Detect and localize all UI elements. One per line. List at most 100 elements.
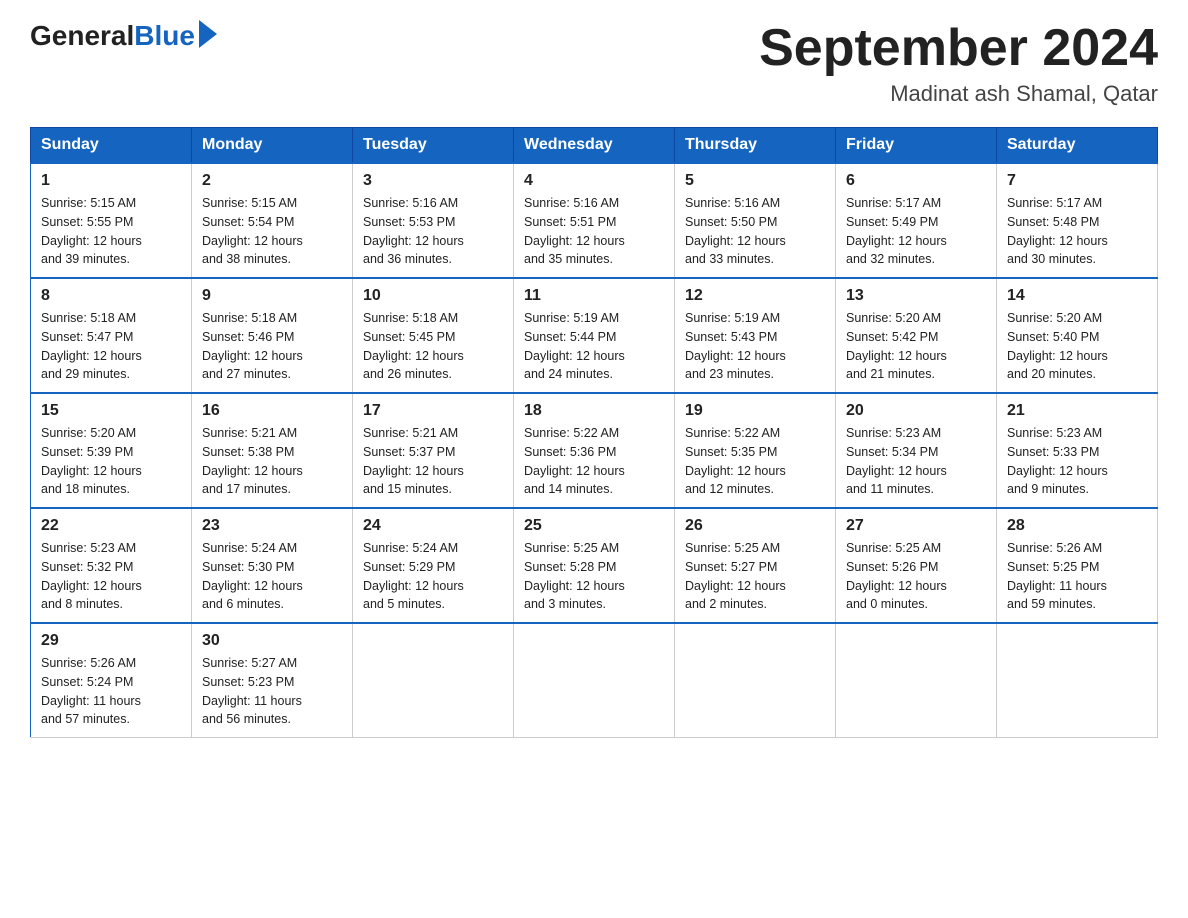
day-info: Sunrise: 5:24 AMSunset: 5:30 PMDaylight:…: [202, 539, 342, 614]
day-number: 12: [685, 287, 825, 305]
day-number: 14: [1007, 287, 1147, 305]
day-info: Sunrise: 5:19 AMSunset: 5:44 PMDaylight:…: [524, 309, 664, 384]
day-info: Sunrise: 5:21 AMSunset: 5:38 PMDaylight:…: [202, 424, 342, 499]
calendar-day-cell: 20 Sunrise: 5:23 AMSunset: 5:34 PMDaylig…: [836, 393, 997, 508]
day-info: Sunrise: 5:16 AMSunset: 5:53 PMDaylight:…: [363, 194, 503, 269]
day-info: Sunrise: 5:26 AMSunset: 5:25 PMDaylight:…: [1007, 539, 1147, 614]
day-number: 9: [202, 287, 342, 305]
day-info: Sunrise: 5:21 AMSunset: 5:37 PMDaylight:…: [363, 424, 503, 499]
day-info: Sunrise: 5:27 AMSunset: 5:23 PMDaylight:…: [202, 654, 342, 729]
day-info: Sunrise: 5:15 AMSunset: 5:54 PMDaylight:…: [202, 194, 342, 269]
day-number: 2: [202, 172, 342, 190]
calendar-day-cell: 18 Sunrise: 5:22 AMSunset: 5:36 PMDaylig…: [514, 393, 675, 508]
page-header: General Blue September 2024 Madinat ash …: [30, 20, 1158, 107]
day-number: 25: [524, 517, 664, 535]
day-info: Sunrise: 5:26 AMSunset: 5:24 PMDaylight:…: [41, 654, 181, 729]
day-of-week-header: Sunday: [31, 128, 192, 164]
day-number: 20: [846, 402, 986, 420]
logo-blue-container: Blue: [134, 20, 217, 52]
calendar-day-cell: [514, 623, 675, 738]
calendar-day-cell: 16 Sunrise: 5:21 AMSunset: 5:38 PMDaylig…: [192, 393, 353, 508]
day-number: 23: [202, 517, 342, 535]
day-number: 15: [41, 402, 181, 420]
day-info: Sunrise: 5:25 AMSunset: 5:28 PMDaylight:…: [524, 539, 664, 614]
calendar-day-cell: [353, 623, 514, 738]
day-info: Sunrise: 5:17 AMSunset: 5:49 PMDaylight:…: [846, 194, 986, 269]
calendar-day-cell: 6 Sunrise: 5:17 AMSunset: 5:49 PMDayligh…: [836, 163, 997, 278]
calendar-day-cell: 8 Sunrise: 5:18 AMSunset: 5:47 PMDayligh…: [31, 278, 192, 393]
calendar-day-cell: 21 Sunrise: 5:23 AMSunset: 5:33 PMDaylig…: [997, 393, 1158, 508]
month-title: September 2024: [759, 20, 1158, 77]
calendar-day-cell: 27 Sunrise: 5:25 AMSunset: 5:26 PMDaylig…: [836, 508, 997, 623]
calendar-day-cell: [997, 623, 1158, 738]
day-info: Sunrise: 5:20 AMSunset: 5:42 PMDaylight:…: [846, 309, 986, 384]
day-number: 6: [846, 172, 986, 190]
calendar-day-cell: 15 Sunrise: 5:20 AMSunset: 5:39 PMDaylig…: [31, 393, 192, 508]
day-number: 7: [1007, 172, 1147, 190]
day-number: 3: [363, 172, 503, 190]
day-number: 10: [363, 287, 503, 305]
day-number: 28: [1007, 517, 1147, 535]
day-info: Sunrise: 5:23 AMSunset: 5:32 PMDaylight:…: [41, 539, 181, 614]
calendar-header: SundayMondayTuesdayWednesdayThursdayFrid…: [31, 128, 1158, 164]
day-number: 22: [41, 517, 181, 535]
calendar-day-cell: 14 Sunrise: 5:20 AMSunset: 5:40 PMDaylig…: [997, 278, 1158, 393]
calendar-day-cell: 19 Sunrise: 5:22 AMSunset: 5:35 PMDaylig…: [675, 393, 836, 508]
logo: General Blue: [30, 20, 217, 52]
day-number: 19: [685, 402, 825, 420]
calendar-day-cell: 25 Sunrise: 5:25 AMSunset: 5:28 PMDaylig…: [514, 508, 675, 623]
calendar-body: 1 Sunrise: 5:15 AMSunset: 5:55 PMDayligh…: [31, 163, 1158, 738]
calendar-day-cell: 22 Sunrise: 5:23 AMSunset: 5:32 PMDaylig…: [31, 508, 192, 623]
day-info: Sunrise: 5:22 AMSunset: 5:35 PMDaylight:…: [685, 424, 825, 499]
day-of-week-header: Monday: [192, 128, 353, 164]
calendar-day-cell: [836, 623, 997, 738]
day-info: Sunrise: 5:23 AMSunset: 5:33 PMDaylight:…: [1007, 424, 1147, 499]
day-info: Sunrise: 5:23 AMSunset: 5:34 PMDaylight:…: [846, 424, 986, 499]
day-info: Sunrise: 5:16 AMSunset: 5:50 PMDaylight:…: [685, 194, 825, 269]
calendar-day-cell: 24 Sunrise: 5:24 AMSunset: 5:29 PMDaylig…: [353, 508, 514, 623]
day-number: 11: [524, 287, 664, 305]
calendar-day-cell: 3 Sunrise: 5:16 AMSunset: 5:53 PMDayligh…: [353, 163, 514, 278]
day-number: 16: [202, 402, 342, 420]
day-number: 27: [846, 517, 986, 535]
day-info: Sunrise: 5:24 AMSunset: 5:29 PMDaylight:…: [363, 539, 503, 614]
calendar-day-cell: 4 Sunrise: 5:16 AMSunset: 5:51 PMDayligh…: [514, 163, 675, 278]
day-number: 4: [524, 172, 664, 190]
calendar-day-cell: 12 Sunrise: 5:19 AMSunset: 5:43 PMDaylig…: [675, 278, 836, 393]
day-of-week-header: Tuesday: [353, 128, 514, 164]
calendar-day-cell: 10 Sunrise: 5:18 AMSunset: 5:45 PMDaylig…: [353, 278, 514, 393]
day-info: Sunrise: 5:16 AMSunset: 5:51 PMDaylight:…: [524, 194, 664, 269]
calendar-day-cell: 17 Sunrise: 5:21 AMSunset: 5:37 PMDaylig…: [353, 393, 514, 508]
day-info: Sunrise: 5:17 AMSunset: 5:48 PMDaylight:…: [1007, 194, 1147, 269]
day-info: Sunrise: 5:18 AMSunset: 5:46 PMDaylight:…: [202, 309, 342, 384]
day-of-week-header: Wednesday: [514, 128, 675, 164]
day-of-week-header: Thursday: [675, 128, 836, 164]
day-number: 30: [202, 632, 342, 650]
day-number: 1: [41, 172, 181, 190]
day-number: 24: [363, 517, 503, 535]
calendar-day-cell: 13 Sunrise: 5:20 AMSunset: 5:42 PMDaylig…: [836, 278, 997, 393]
day-number: 21: [1007, 402, 1147, 420]
day-of-week-header: Friday: [836, 128, 997, 164]
day-number: 26: [685, 517, 825, 535]
day-info: Sunrise: 5:20 AMSunset: 5:39 PMDaylight:…: [41, 424, 181, 499]
day-number: 29: [41, 632, 181, 650]
calendar-day-cell: [675, 623, 836, 738]
day-number: 13: [846, 287, 986, 305]
calendar-week-row: 29 Sunrise: 5:26 AMSunset: 5:24 PMDaylig…: [31, 623, 1158, 738]
calendar-day-cell: 5 Sunrise: 5:16 AMSunset: 5:50 PMDayligh…: [675, 163, 836, 278]
days-of-week-row: SundayMondayTuesdayWednesdayThursdayFrid…: [31, 128, 1158, 164]
calendar-day-cell: 29 Sunrise: 5:26 AMSunset: 5:24 PMDaylig…: [31, 623, 192, 738]
day-info: Sunrise: 5:25 AMSunset: 5:27 PMDaylight:…: [685, 539, 825, 614]
calendar-week-row: 22 Sunrise: 5:23 AMSunset: 5:32 PMDaylig…: [31, 508, 1158, 623]
calendar-day-cell: 1 Sunrise: 5:15 AMSunset: 5:55 PMDayligh…: [31, 163, 192, 278]
logo-blue-text: Blue: [134, 20, 195, 52]
day-number: 17: [363, 402, 503, 420]
day-number: 8: [41, 287, 181, 305]
day-number: 18: [524, 402, 664, 420]
logo-arrow-icon: [199, 20, 217, 48]
calendar-day-cell: 28 Sunrise: 5:26 AMSunset: 5:25 PMDaylig…: [997, 508, 1158, 623]
day-of-week-header: Saturday: [997, 128, 1158, 164]
day-info: Sunrise: 5:20 AMSunset: 5:40 PMDaylight:…: [1007, 309, 1147, 384]
calendar-table: SundayMondayTuesdayWednesdayThursdayFrid…: [30, 127, 1158, 738]
